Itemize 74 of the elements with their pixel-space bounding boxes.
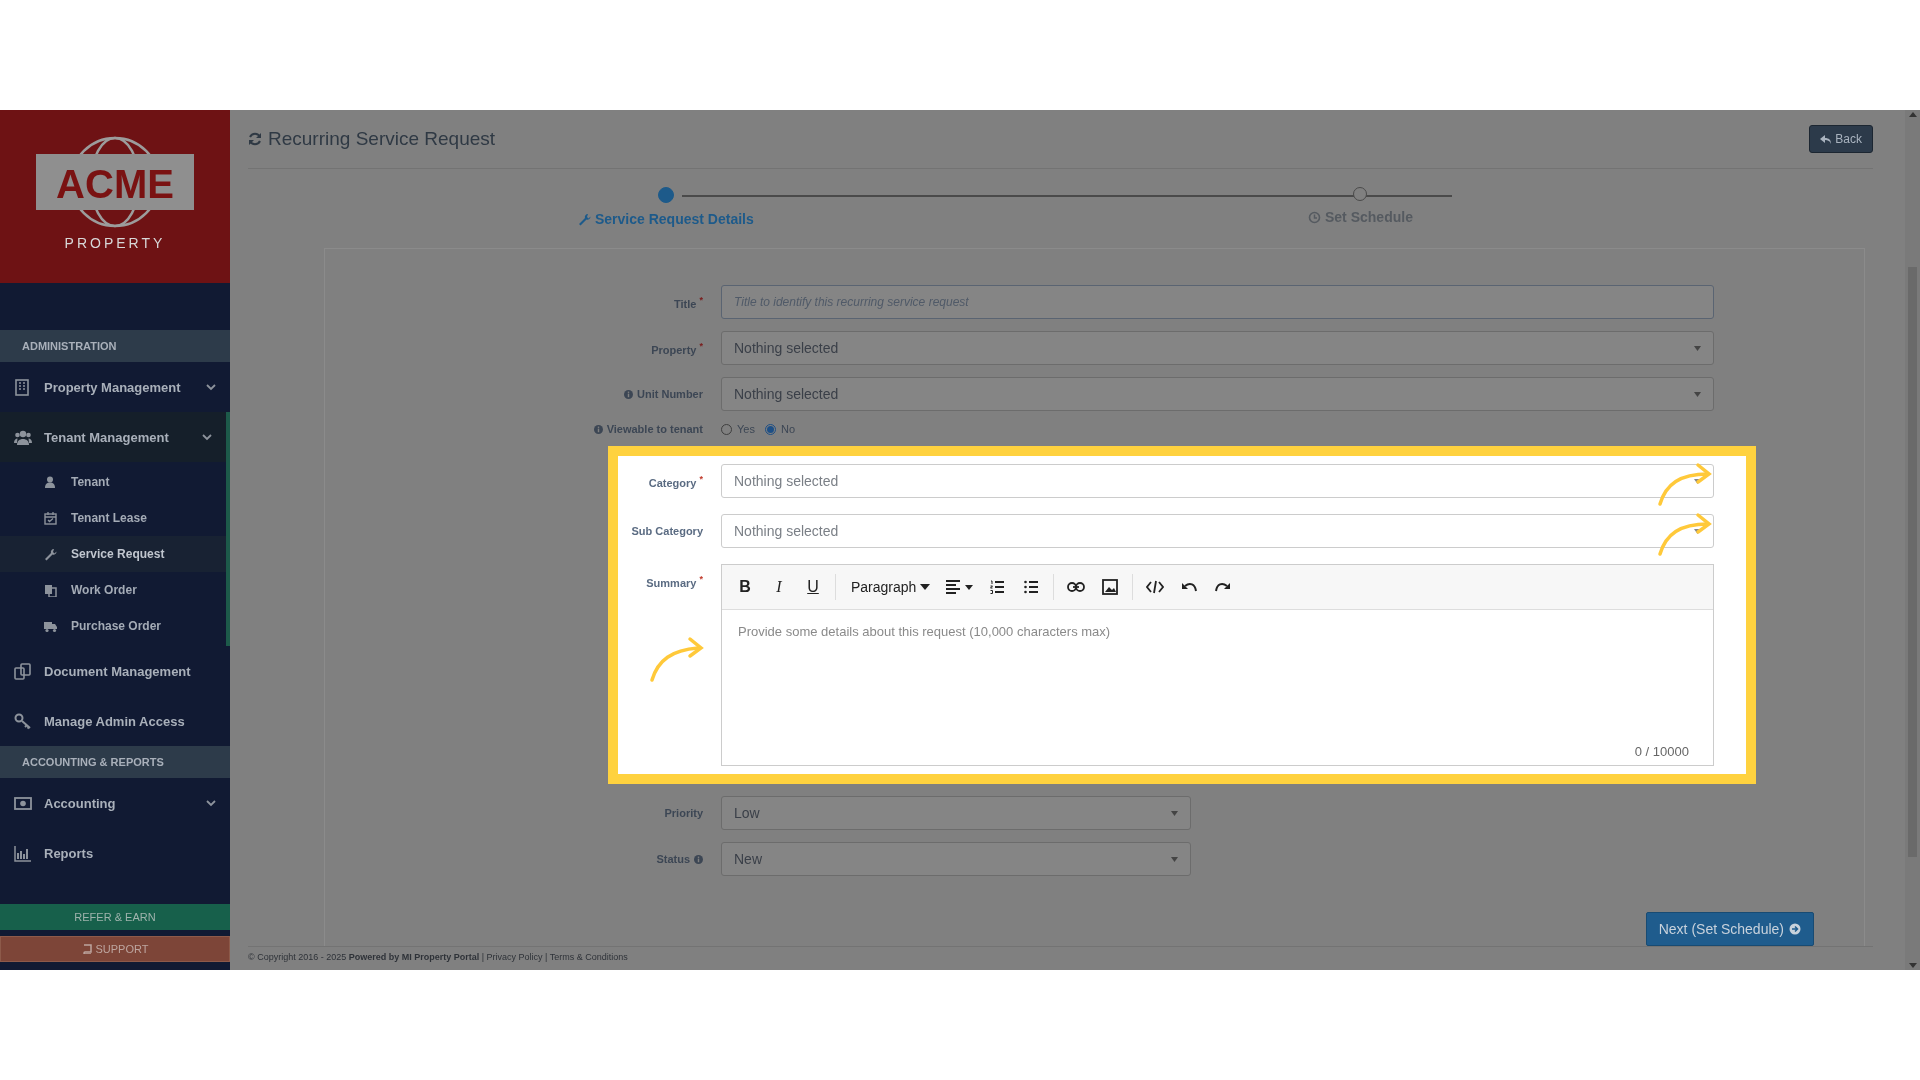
next-button[interactable]: Next (Set Schedule) bbox=[1645, 912, 1814, 946]
reply-icon bbox=[1820, 134, 1832, 144]
nav-item[interactable]: Tenant Management bbox=[0, 412, 230, 462]
field-label: Summary $^{*}$ bbox=[646, 574, 703, 589]
step-label: Service Request Details bbox=[595, 211, 754, 228]
step-dot[interactable] bbox=[657, 187, 674, 204]
caret-down-icon bbox=[1694, 391, 1701, 397]
numbered-list-icon bbox=[990, 580, 1005, 594]
field-label: Priority bbox=[664, 807, 703, 819]
paragraph-dropdown[interactable]: Paragraph bbox=[843, 572, 939, 602]
back-button[interactable]: Back bbox=[1809, 125, 1873, 154]
step-dot[interactable] bbox=[1353, 187, 1368, 202]
image-icon bbox=[1102, 579, 1119, 595]
money-icon bbox=[14, 794, 32, 812]
align-icon bbox=[946, 580, 975, 594]
copy-icon bbox=[44, 583, 57, 597]
field-label: Sub Category bbox=[631, 525, 703, 537]
bold-button[interactable]: B bbox=[730, 572, 760, 602]
field-label: Unit Number bbox=[637, 388, 703, 400]
calendar-icon bbox=[44, 511, 57, 525]
section-heading: ACCOUNTING & REPORTS bbox=[0, 746, 230, 778]
field-label: Viewable to tenant bbox=[606, 423, 703, 435]
caret-down-icon bbox=[1171, 856, 1178, 862]
person-icon bbox=[44, 475, 57, 489]
sub-nav-item[interactable]: Tenant Lease bbox=[0, 500, 226, 536]
truck-icon bbox=[44, 619, 57, 633]
link-icon bbox=[1067, 582, 1086, 592]
select-field[interactable]: Nothing selected bbox=[721, 514, 1714, 548]
underline-button[interactable]: U bbox=[798, 572, 828, 602]
sub-nav-item[interactable]: Service Request bbox=[0, 536, 226, 572]
clock-icon bbox=[1308, 210, 1321, 224]
documents-icon bbox=[14, 662, 32, 680]
users-icon bbox=[14, 428, 32, 446]
nav-item[interactable]: Reports bbox=[0, 828, 230, 878]
caret-down-icon bbox=[1171, 810, 1178, 816]
chevron-down-icon bbox=[202, 433, 212, 441]
bullet-list-icon bbox=[1024, 580, 1039, 594]
book-icon bbox=[81, 944, 92, 954]
nav-item[interactable]: Manage Admin Access bbox=[0, 696, 230, 746]
field-label: Status bbox=[656, 853, 690, 865]
undo-icon bbox=[1181, 581, 1198, 593]
editor-placeholder: Provide some details about this request (10,000 characters max) bbox=[738, 624, 1112, 639]
caret-down-icon bbox=[920, 584, 931, 590]
chevron-down-icon bbox=[206, 383, 216, 391]
sub-nav-item[interactable]: Tenant bbox=[0, 464, 226, 500]
refresh-icon bbox=[248, 132, 262, 147]
italic-button[interactable]: I bbox=[764, 572, 794, 602]
wrench-icon bbox=[578, 212, 591, 226]
bar-chart-icon bbox=[14, 844, 32, 862]
section-heading: ADMINISTRATION bbox=[0, 330, 230, 362]
caret-down-icon bbox=[1694, 528, 1701, 534]
chevron-down-icon bbox=[206, 799, 216, 807]
wrench-icon bbox=[44, 547, 57, 561]
caret-down-icon bbox=[1694, 478, 1701, 484]
field-label: Property $^{*}$ bbox=[651, 340, 703, 356]
arrow-circle-right-icon bbox=[1789, 923, 1801, 935]
logo: ACME PROPERTY bbox=[30, 131, 200, 262]
select-field[interactable]: Nothing selected bbox=[721, 464, 1714, 498]
rich-text-editor[interactable]: B I U Paragraph Provide some details about this request (10,000 characters max) 0 / 10000 bbox=[721, 564, 1714, 766]
nav-item[interactable]: Accounting bbox=[0, 778, 230, 828]
nav-item[interactable]: Document Management bbox=[0, 646, 230, 696]
sub-nav-item[interactable]: Work Order bbox=[0, 572, 226, 608]
field-label: Title $^{*}$ bbox=[674, 294, 703, 310]
key-icon bbox=[14, 712, 32, 730]
redo-icon bbox=[1215, 581, 1232, 593]
building-icon bbox=[14, 378, 32, 396]
code-icon bbox=[1146, 580, 1165, 594]
character-counter: 0 / 10000 bbox=[1634, 744, 1689, 759]
page-title: Recurring Service Request bbox=[268, 128, 496, 151]
field-label: Category $^{*}$ bbox=[648, 473, 703, 489]
sub-nav-item[interactable]: Purchase Order bbox=[0, 608, 226, 644]
nav-item[interactable]: Property Management bbox=[0, 362, 230, 412]
scrollbar[interactable] bbox=[1905, 110, 1920, 970]
caret-down-icon bbox=[1694, 345, 1701, 351]
